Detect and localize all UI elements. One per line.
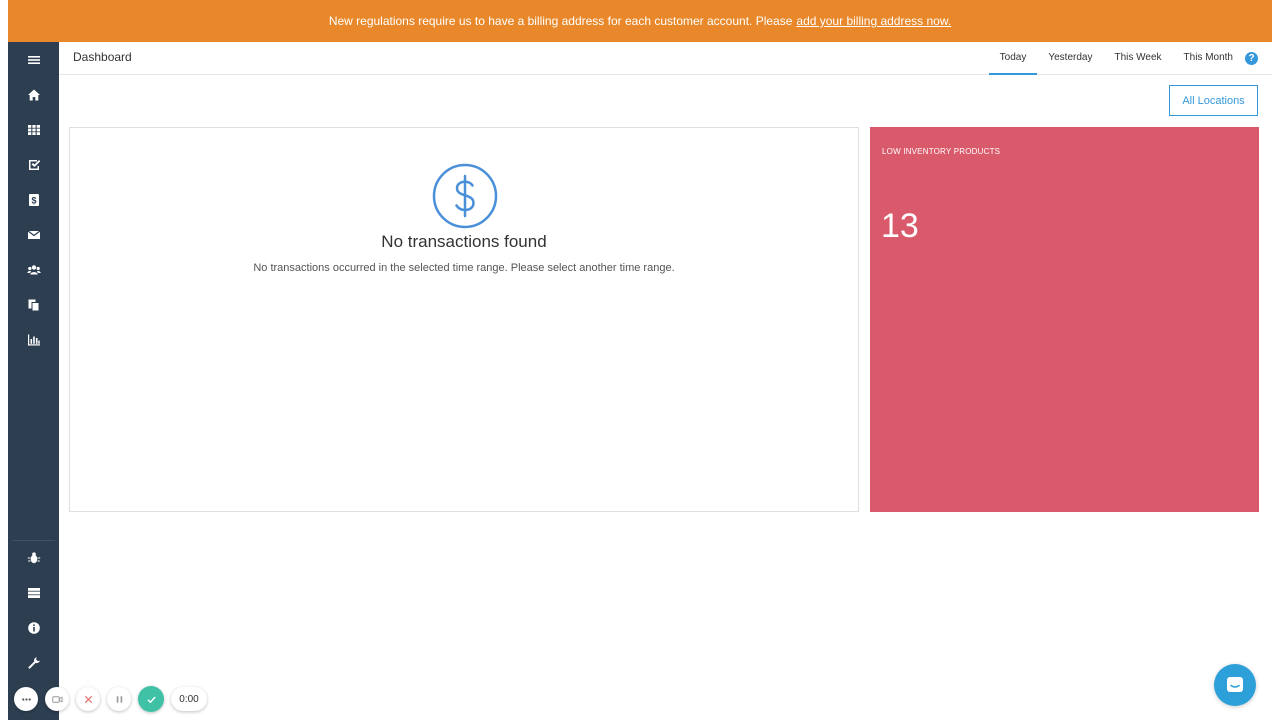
camera-toggle-button[interactable] [45,687,69,711]
more-options-button[interactable] [14,687,38,711]
checklist-icon[interactable] [8,150,59,180]
grid-icon[interactable] [8,115,59,145]
all-locations-button[interactable]: All Locations [1169,85,1258,116]
sidebar: $ [8,42,59,720]
cancel-recording-button[interactable] [76,687,100,711]
date-range-tabs: Today Yesterday This Week This Month [988,42,1244,75]
empty-state-message: No transactions occurred in the selected… [253,262,675,274]
bug-icon[interactable] [8,543,59,573]
svg-text:$: $ [31,196,36,206]
page-title: Dashboard [73,50,132,64]
billing-banner: New regulations require us to have a bil… [8,0,1272,42]
ellipsis-icon [21,697,31,701]
billing-address-link[interactable]: add your billing address now. [796,14,951,28]
recording-timer: 0:00 [171,687,207,711]
wrench-icon[interactable] [8,648,59,678]
help-icon[interactable]: ? [1245,52,1258,65]
menu-icon[interactable] [8,45,59,75]
low-inventory-label: LOW INVENTORY PRODUCTS [882,147,1001,156]
pause-recording-button[interactable] [107,687,131,711]
envelope-icon[interactable] [8,220,59,250]
dollar-circle-icon [432,163,498,229]
documents-icon[interactable] [8,290,59,320]
recorder-controls: 0:00 [14,686,214,712]
check-icon [146,696,156,703]
users-icon[interactable] [8,255,59,285]
sidebar-divider [12,540,55,541]
tab-yesterday[interactable]: Yesterday [1037,42,1103,75]
pause-icon [116,695,122,703]
home-icon[interactable] [8,80,59,110]
bar-chart-icon[interactable] [8,325,59,355]
video-camera-icon [51,695,63,703]
low-inventory-card[interactable]: LOW INVENTORY PRODUCTS 13 [870,127,1259,512]
close-icon [84,695,92,703]
chat-icon [1227,677,1243,692]
chat-launcher-button[interactable] [1214,664,1256,706]
tab-today[interactable]: Today [988,42,1038,75]
finish-recording-button[interactable] [138,686,164,712]
dashboard-header: Dashboard Today Yesterday This Week This… [59,42,1272,75]
tab-this-month[interactable]: This Month [1173,42,1244,75]
dollar-box-icon[interactable]: $ [8,185,59,215]
server-icon[interactable] [8,578,59,608]
info-icon[interactable] [8,613,59,643]
tab-this-week[interactable]: This Week [1103,42,1172,75]
transactions-panel: No transactions found No transactions oc… [69,127,859,512]
low-inventory-count: 13 [881,207,919,245]
empty-state-title: No transactions found [381,232,547,251]
banner-text: New regulations require us to have a bil… [328,14,793,28]
